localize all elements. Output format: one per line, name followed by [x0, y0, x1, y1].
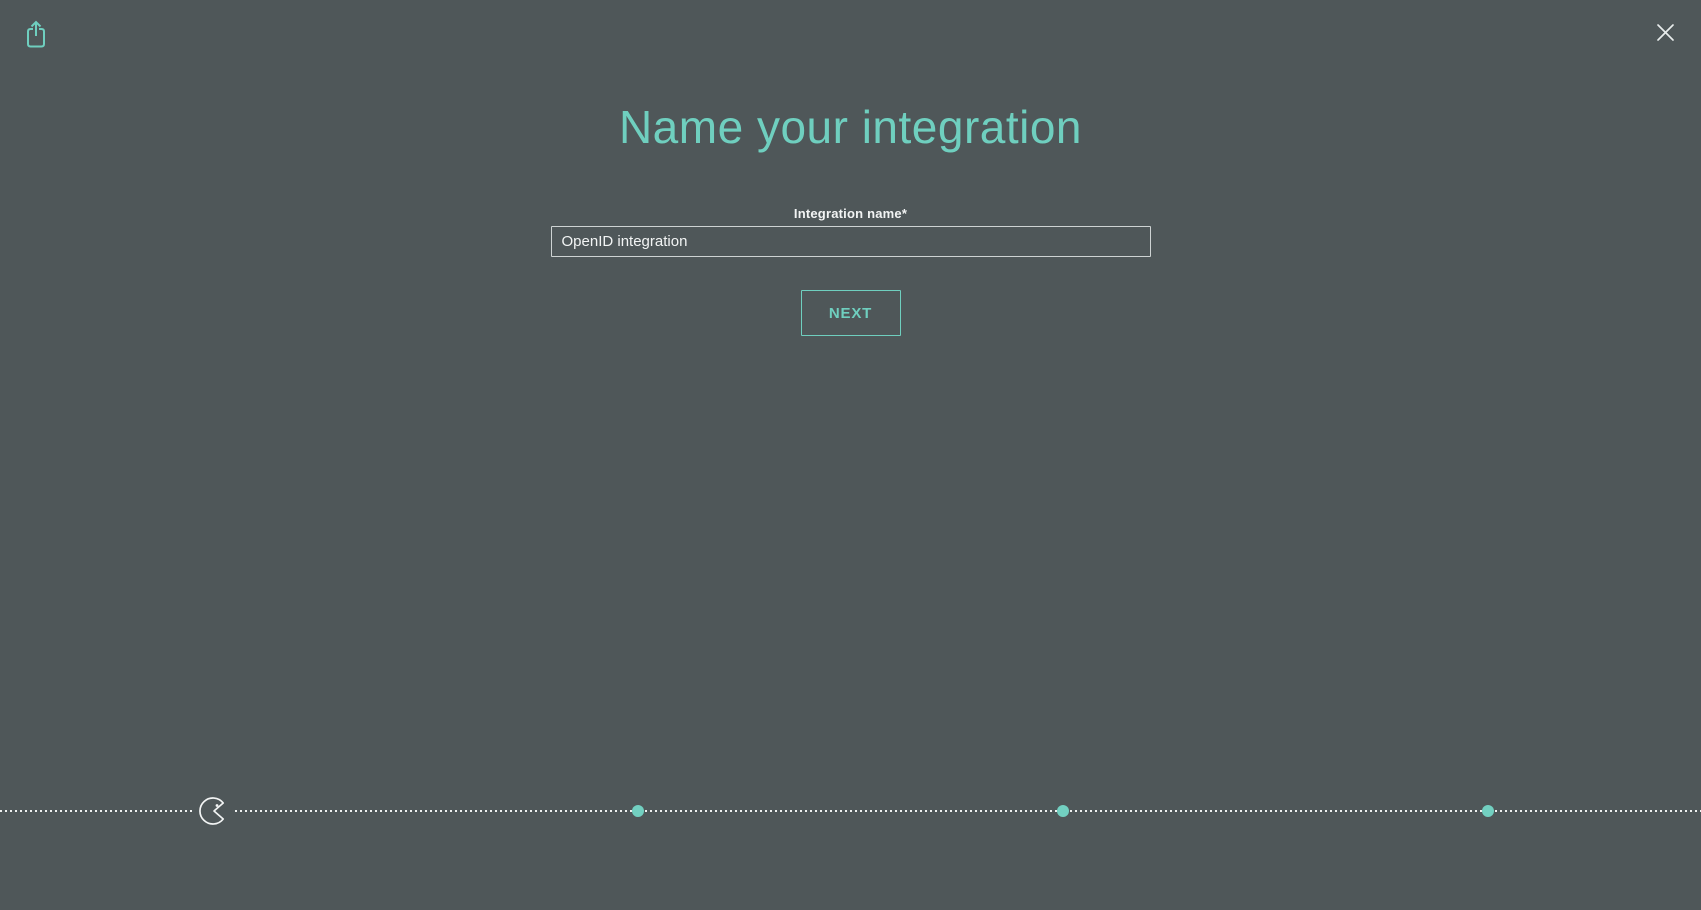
integration-wizard-screen: Name your integration Integration name* …: [0, 0, 1701, 910]
integration-name-label: Integration name*: [794, 207, 907, 220]
page-title: Name your integration: [619, 101, 1082, 153]
progress-step-dot: [632, 805, 644, 817]
wizard-step-content: Name your integration Integration name* …: [0, 0, 1701, 336]
next-button[interactable]: NEXT: [801, 290, 901, 336]
progress-step-dot: [1057, 805, 1069, 817]
progress-line: [0, 810, 1701, 812]
integration-name-field: Integration name*: [551, 207, 1151, 257]
pacman-progress-indicator: [192, 796, 234, 826]
progress-bar: [0, 796, 1701, 826]
integration-name-input[interactable]: [551, 226, 1151, 257]
pacman-icon: [198, 813, 228, 830]
progress-step-dot: [1482, 805, 1494, 817]
